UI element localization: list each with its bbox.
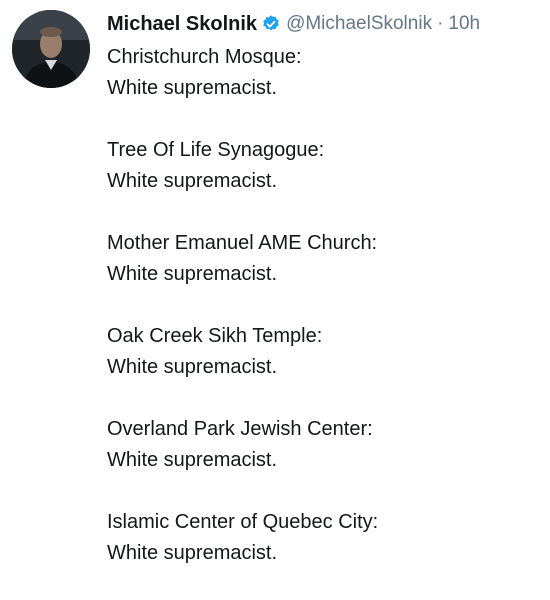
verdict-line: White supremacist. bbox=[107, 356, 278, 378]
tweet-text: Christchurch Mosque: White supremacist. … bbox=[107, 42, 542, 569]
author-name[interactable]: Michael Skolnik bbox=[107, 13, 257, 36]
tweet-header: Michael Skolnik @MichaelSkolnik · 10h bbox=[107, 8, 542, 40]
place-line: Oak Creek Sikh Temple: bbox=[107, 325, 323, 347]
separator-dot: · bbox=[437, 13, 444, 34]
stanza: Tree Of Life Synagogue: White supremacis… bbox=[107, 135, 542, 197]
verdict-line: White supremacist. bbox=[107, 449, 278, 471]
tweet-content: Michael Skolnik @MichaelSkolnik · 10h Ch… bbox=[107, 8, 542, 600]
timestamp[interactable]: 10h bbox=[448, 13, 480, 35]
place-line: Islamic Center of Quebec City: bbox=[107, 511, 379, 533]
verdict-line: White supremacist. bbox=[107, 542, 278, 564]
place-line: Christchurch Mosque: bbox=[107, 46, 302, 68]
place-line: Overland Park Jewish Center: bbox=[107, 418, 373, 440]
stanza: Oak Creek Sikh Temple: White supremacist… bbox=[107, 321, 542, 383]
avatar-photo bbox=[12, 10, 90, 88]
place-line: Tree Of Life Synagogue: bbox=[107, 139, 325, 161]
avatar[interactable] bbox=[12, 10, 90, 88]
verdict-line: White supremacist. bbox=[107, 77, 278, 99]
verdict-line: White supremacist. bbox=[107, 263, 278, 285]
stanza: Overland Park Jewish Center: White supre… bbox=[107, 414, 542, 476]
verified-badge-icon bbox=[261, 14, 281, 34]
place-line: Mother Emanuel AME Church: bbox=[107, 232, 378, 254]
stanza: Islamic Center of Quebec City: White sup… bbox=[107, 507, 542, 569]
stanza: Mother Emanuel AME Church: White suprema… bbox=[107, 228, 542, 290]
author-handle[interactable]: @MichaelSkolnik bbox=[286, 13, 432, 35]
stanza: Christchurch Mosque: White supremacist. bbox=[107, 42, 542, 104]
tweet[interactable]: Michael Skolnik @MichaelSkolnik · 10h Ch… bbox=[0, 0, 550, 589]
verdict-line: White supremacist. bbox=[107, 170, 278, 192]
